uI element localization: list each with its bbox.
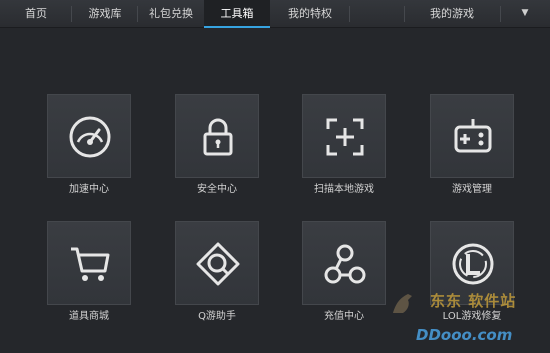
- tab-home[interactable]: 首页: [0, 0, 72, 28]
- tool-label-acceleration: 加速中心: [69, 184, 109, 195]
- tab-my-privileges-label: 我的特权: [288, 7, 332, 20]
- tool-tile-acceleration[interactable]: [47, 94, 131, 178]
- chevron-down-icon: ▼: [521, 8, 529, 18]
- tool-label-q-assistant: Q游助手: [198, 311, 236, 322]
- tool-tile-security[interactable]: [175, 94, 259, 178]
- q-diamond-icon: [196, 242, 240, 286]
- tool-label-scan-local-games: 扫描本地游戏: [314, 184, 374, 195]
- tool-tile-recharge-center[interactable]: [302, 221, 386, 305]
- tab-gift-redeem[interactable]: 礼包兑换: [138, 0, 204, 28]
- tool-label-security: 安全中心: [197, 184, 237, 195]
- dropdown-menu-button[interactable]: ▼: [500, 0, 550, 28]
- gamepad-icon: [454, 119, 492, 153]
- tool-label-recharge-center: 充值中心: [324, 311, 364, 322]
- tool-tile-q-assistant[interactable]: [175, 221, 259, 305]
- my-games-button[interactable]: 我的游戏: [404, 0, 500, 28]
- tab-home-label: 首页: [25, 7, 47, 20]
- tab-divider: [404, 6, 405, 22]
- recharge-nodes-icon: [324, 244, 366, 284]
- tab-game-library-label: 游戏库: [88, 7, 122, 20]
- tool-tile-game-management[interactable]: [430, 94, 514, 178]
- tab-toolbox-label: 工具箱: [220, 7, 254, 20]
- tool-label-item-mall: 道具商城: [69, 311, 109, 322]
- top-nav-bar: 首页 游戏库 礼包兑换 工具箱 我的特权 我的游戏 ▼: [0, 0, 550, 28]
- tool-label-game-management: 游戏管理: [452, 184, 492, 195]
- shopping-cart-icon: [71, 247, 110, 281]
- tool-tile-item-mall[interactable]: [47, 221, 131, 305]
- lol-logo-icon: [452, 243, 494, 285]
- tab-divider: [500, 6, 501, 22]
- tool-tile-scan-local-games[interactable]: [302, 94, 386, 178]
- watermark-url: DDooo.com: [416, 326, 513, 344]
- scan-plus-icon: [326, 118, 364, 156]
- tab-toolbox[interactable]: 工具箱: [204, 0, 270, 28]
- tab-divider: [349, 6, 350, 22]
- speedometer-icon: [69, 116, 111, 158]
- lock-icon: [203, 118, 233, 156]
- tab-game-library[interactable]: 游戏库: [72, 0, 138, 28]
- tab-gift-redeem-label: 礼包兑换: [149, 7, 193, 20]
- watermark-text: 东东 软件站: [430, 292, 517, 310]
- tab-my-privileges[interactable]: 我的特权: [270, 0, 350, 28]
- watermark-horse-logo: [393, 294, 412, 313]
- my-games-label: 我的游戏: [430, 7, 474, 20]
